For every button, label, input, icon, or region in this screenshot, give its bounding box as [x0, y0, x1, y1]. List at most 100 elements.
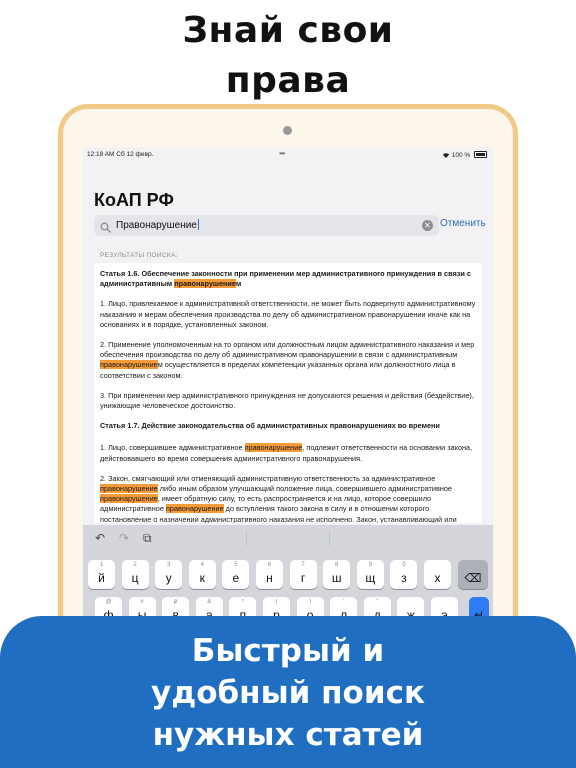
key-secondary-char: ) — [309, 599, 312, 605]
key-secondary-char: ₽ — [173, 600, 178, 606]
undo-icon[interactable]: ↶ — [95, 531, 105, 545]
tablet-frame: 12:18 AM Сб 12 февр. ••• 100 % КоАП РФ П… — [58, 104, 518, 664]
banner-text: Быстрый и удобный поиск нужных статей — [0, 630, 576, 756]
key-у[interactable]: 3у — [155, 560, 183, 589]
results-label: РЕЗУЛЬТАТЫ ПОИСКА: — [100, 252, 178, 259]
key-secondary-char: 1 — [99, 562, 104, 568]
key-secondary-char: # — [140, 599, 144, 605]
search-icon — [100, 220, 111, 233]
key-char: у — [165, 571, 172, 585]
key-char: х — [434, 571, 441, 585]
key-ц[interactable]: 2ц — [121, 560, 149, 589]
battery-icon — [474, 151, 487, 158]
key-ш[interactable]: 8ш — [323, 560, 351, 589]
key-char: ш — [331, 571, 342, 585]
key-secondary-char: 4 — [200, 562, 204, 568]
text-run: м — [235, 279, 242, 289]
key-secondary-char: & — [207, 599, 212, 605]
key-secondary-char: ( — [275, 599, 278, 605]
banner-line-1: Быстрый и — [191, 633, 385, 669]
status-date: Сб 12 февр. — [116, 151, 154, 158]
key-secondary-char: 9 — [368, 562, 372, 568]
key-й[interactable]: 1й — [88, 560, 115, 589]
banner-line-3: нужных статей — [152, 717, 424, 753]
keyboard-toolbar: ↶ ↷ ⧉ — [83, 525, 493, 552]
key-char: г — [300, 571, 306, 585]
redo-icon[interactable]: ↷ — [119, 531, 129, 545]
search-highlight: правонарушение — [165, 504, 224, 514]
key-secondary-char: ' — [343, 599, 345, 605]
battery-percent: 100 % — [451, 152, 471, 159]
text-run: 3. При применении мер административного … — [100, 390, 474, 411]
text-run: либо иным образом улучшающий положение л… — [157, 484, 452, 494]
search-highlight: правонарушение — [100, 360, 158, 370]
key-char: ⌫ — [464, 571, 482, 585]
article-paragraph: 3. При применении мер административного … — [94, 391, 482, 411]
article-heading: Статья 1.6. Обеспечение законности при п… — [94, 269, 482, 289]
search-input[interactable]: Правонарушение — [116, 219, 199, 231]
search-results-list[interactable]: Статья 1.6. Обеспечение законности при п… — [94, 263, 482, 523]
key-secondary-char: 2 — [133, 562, 137, 568]
search-highlight: правонарушение — [174, 279, 236, 289]
text-run: Статья 1.6. Обеспечение законности при п… — [100, 269, 471, 289]
banner-line-2: удобный поиск — [150, 675, 425, 711]
key-char: й — [98, 571, 105, 585]
key-з[interactable]: 0з — [390, 560, 418, 589]
toolbar-divider — [329, 531, 330, 546]
text-run: 2. Применение уполномоченным на то орган… — [100, 340, 475, 360]
headline-line-2: права — [225, 60, 351, 101]
key-secondary-char: 5 — [234, 562, 238, 568]
text-run: Статья 1.7. Действие законодательства об… — [100, 421, 440, 431]
key-char: к — [199, 571, 205, 585]
text-caret — [197, 219, 199, 230]
search-highlight: правонарушение — [100, 494, 158, 504]
search-highlight: правонарушение — [244, 443, 303, 453]
key-secondary-char: 8 — [335, 562, 339, 568]
key-secondary-char: * — [241, 599, 245, 605]
key-е[interactable]: 5е — [222, 560, 250, 589]
key-char: з — [401, 571, 407, 585]
cancel-button[interactable]: Отменить — [440, 218, 486, 229]
status-bar: 12:18 AM Сб 12 февр. ••• 100 % — [83, 147, 493, 161]
article-paragraph: 2. Закон, смягчающий или отменяющий адми… — [94, 474, 482, 523]
promo-headline: Знай свои права — [0, 6, 576, 106]
status-right: 100 % — [442, 151, 487, 159]
camera-dot — [283, 126, 292, 135]
backspace-key[interactable]: ⌫ — [458, 560, 488, 589]
key-char: е — [232, 571, 240, 585]
text-run: 2. Закон, смягчающий или отменяющий адми… — [100, 473, 436, 483]
key-secondary-char: 3 — [167, 562, 171, 568]
text-run: 1. Лицо, совершившее административное — [100, 443, 245, 453]
toolbar-divider — [246, 531, 247, 546]
article-heading: Статья 1.7. Действие законодательства об… — [94, 421, 482, 431]
status-time-date: 12:18 AM Сб 12 февр. — [87, 151, 153, 158]
page-title: КоАП РФ — [94, 190, 174, 210]
key-char: ц — [131, 571, 139, 585]
key-secondary-char: 7 — [301, 562, 305, 568]
key-char: н — [266, 571, 273, 585]
paste-icon[interactable]: ⧉ — [143, 531, 152, 546]
key-secondary-char: 6 — [267, 562, 272, 568]
multitasking-dots-icon[interactable]: ••• — [279, 149, 285, 158]
key-secondary-char: 0 — [402, 562, 406, 568]
key-secondary-char: @ — [105, 599, 112, 605]
search-query-text: Правонарушение — [116, 220, 197, 231]
key-к[interactable]: 4к — [188, 560, 216, 589]
article-paragraph: 1. Лицо, привлекаемое к административной… — [94, 299, 482, 330]
key-н[interactable]: 6н — [256, 560, 283, 589]
article-paragraph: 1. Лицо, совершившее административное пр… — [94, 443, 482, 463]
key-х[interactable]: х — [424, 560, 451, 589]
article-paragraph: 2. Применение уполномоченным на то орган… — [94, 340, 482, 381]
key-secondary-char: " — [376, 599, 379, 605]
key-щ[interactable]: 9щ — [356, 560, 384, 589]
tablet-screen: 12:18 AM Сб 12 февр. ••• 100 % КоАП РФ П… — [83, 147, 493, 647]
status-time: 12:18 AM — [87, 151, 115, 158]
wifi-icon — [442, 152, 452, 159]
key-г[interactable]: 7г — [289, 560, 317, 589]
key-char: щ — [365, 571, 376, 585]
headline-line-1: Знай свои — [182, 10, 394, 51]
search-highlight: правонарушение — [100, 484, 158, 494]
clear-search-icon[interactable]: ✕ — [422, 220, 433, 231]
text-run: 1. Лицо, привлекаемое к административной… — [100, 299, 476, 329]
search-field[interactable]: Правонарушение ✕ — [94, 215, 439, 236]
